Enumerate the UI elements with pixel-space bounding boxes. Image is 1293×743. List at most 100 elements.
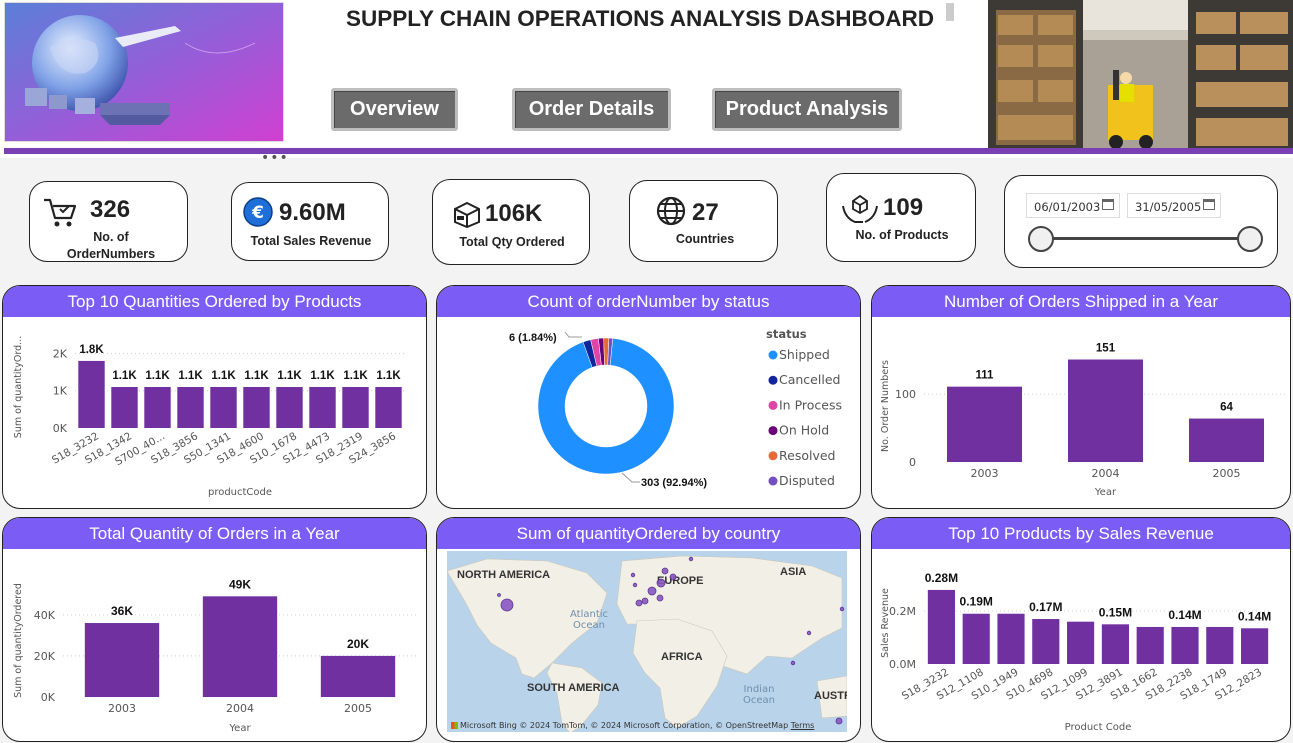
date-range-slicer: 06/01/2003 31/05/2005 [1004, 175, 1278, 268]
data-label: 1.1K [343, 370, 368, 382]
bar [1067, 359, 1144, 462]
total-qty-ordered-label: Total Qty Ordered [459, 235, 565, 249]
bar [243, 387, 270, 428]
data-label: 111 [976, 370, 995, 382]
map-bubble-japan[interactable] [806, 630, 812, 636]
y-tick-label: 100 [895, 388, 916, 401]
data-label: 0.17M [1029, 600, 1062, 614]
kpi-card-revenue: € 9.60M Total Sales Revenue [231, 182, 389, 261]
bar [276, 387, 303, 428]
panel-orders-shipped-year: Number of Orders Shipped in a Year 0 100 1… [871, 285, 1291, 509]
bar [927, 589, 955, 664]
data-label: 1.1K [310, 370, 335, 382]
map-bubble-portugal[interactable] [635, 599, 643, 607]
date-slider-end-handle[interactable] [1237, 226, 1263, 252]
orders-count-label-1: No. of [93, 230, 129, 244]
start-date-input[interactable]: 06/01/2003 [1026, 193, 1120, 218]
map-bubble-japan-east[interactable] [839, 606, 845, 612]
panel-title: Number of Orders Shipped in a Year [872, 286, 1290, 317]
data-label: 1.1K [277, 370, 302, 382]
panel-title: Sum of quantityOrdered by country [437, 518, 860, 549]
data-label: 303 (92.94%) [641, 477, 707, 489]
end-date-input[interactable]: 31/05/2005 [1127, 193, 1221, 218]
map-bubble-finland[interactable] [688, 556, 694, 562]
y-axis-title: No. Order Numbers [880, 360, 891, 452]
logistics-globe-image [4, 2, 284, 142]
kpi-card-qty: 106K Total Qty Ordered [432, 179, 590, 265]
world-map[interactable]: NORTH AMERICA EUROPE ASIA AFRICA SOUTH A… [447, 551, 847, 732]
chart-top-products-revenue: 0.0M0.2M0.28MS18_32320.19MS12_1108S10_19… [880, 571, 1272, 733]
overview-nav-button[interactable]: Overview [331, 88, 458, 131]
data-label: 1.1K [376, 370, 401, 382]
bar [1032, 619, 1060, 664]
bar [111, 387, 138, 428]
bar [309, 387, 336, 428]
map-bubble-philippines[interactable] [790, 660, 796, 666]
map-bubble-germany[interactable] [656, 578, 666, 588]
kpi-card-orders: 326 No. of OrderNumbers [29, 181, 188, 262]
map-bubble-ireland[interactable] [632, 582, 638, 588]
date-slider-start-handle[interactable] [1028, 226, 1054, 252]
data-label: 36K [111, 604, 133, 618]
start-date-value: 06/01/2003 [1034, 200, 1101, 214]
x-tick-label: 2005 [344, 702, 372, 715]
date-slider-track[interactable] [1041, 237, 1251, 240]
map-bubble-australia[interactable] [835, 717, 843, 725]
box-icon [454, 201, 480, 228]
data-label: 151 [1096, 343, 1116, 355]
map-bubble-uk[interactable] [630, 572, 636, 578]
legend-item: Cancelled [779, 372, 840, 387]
panel-status-donut: Count of orderNumber by status 6 (1.84%)… [436, 285, 861, 509]
orders-count-value: 326 [90, 196, 131, 223]
data-label: 1.1K [112, 370, 137, 382]
map-attribution: Microsoft Bing © 2024 TomTom, © 2024 Mic… [451, 721, 814, 730]
calendar-icon[interactable] [1102, 199, 1114, 210]
map-bubble-italy[interactable] [656, 594, 664, 602]
countries-value: 27 [692, 199, 719, 226]
map-bubble-usa[interactable] [500, 598, 514, 612]
map-bubble-france[interactable] [647, 586, 657, 596]
more-options-icon[interactable]: ••• [261, 150, 289, 166]
data-label: 0.15M [1099, 605, 1132, 619]
bar [1101, 624, 1129, 664]
map-bubble-canada[interactable] [497, 593, 501, 597]
data-label: 64 [1220, 402, 1233, 414]
legend-marker [768, 400, 778, 410]
header: SUPPLY CHAIN OPERATIONS ANALYSIS DASHBOA… [0, 0, 1293, 166]
y-axis-title: Sum of quantityOrd... [13, 336, 24, 438]
bar [997, 613, 1025, 664]
panel-title: Top 10 Quantities Ordered by Products [3, 286, 426, 317]
bar [342, 387, 369, 428]
y-axis-title: Sales Revenue [880, 588, 891, 658]
total-sales-revenue-value: 9.60M [279, 199, 346, 226]
end-date-value: 31/05/2005 [1135, 200, 1202, 214]
map-terms-link[interactable]: Terms [791, 721, 815, 730]
calendar-icon[interactable] [1203, 199, 1215, 210]
bar [375, 387, 402, 428]
total-qty-ordered-value: 106K [485, 200, 543, 227]
x-axis-title: Year [228, 723, 251, 734]
bar [962, 613, 990, 664]
map-bubble-sweden[interactable] [669, 573, 677, 581]
y-tick-label: 0K [41, 691, 56, 704]
hands-box-icon [842, 194, 878, 223]
x-tick-label: 2004 [226, 702, 254, 715]
data-label: 1.1K [244, 370, 269, 382]
x-tick-label: 2003 [971, 467, 999, 480]
legend-marker [768, 476, 778, 486]
order-details-nav-button[interactable]: Order Details [512, 88, 671, 131]
bar [177, 387, 204, 428]
bar [144, 387, 171, 428]
product-analysis-nav-button[interactable]: Product Analysis [712, 88, 902, 131]
panel-title: Top 10 Products by Sales Revenue [872, 518, 1290, 549]
map-bubble-spain[interactable] [641, 597, 649, 605]
bar [946, 386, 1023, 462]
legend-item: Shipped [779, 347, 830, 362]
map-copyright: © 2024 TomTom, © 2024 Microsoft Corporat… [519, 721, 789, 730]
bar [1136, 626, 1164, 664]
data-label: 1.8K [79, 344, 104, 356]
panel-top-products-revenue: Top 10 Products by Sales Revenue 0.0M 0.2… [871, 517, 1291, 742]
data-label: 6 (1.84%) [509, 332, 557, 344]
data-label: 0.14M [1238, 609, 1271, 623]
map-bubble-norway[interactable] [661, 567, 669, 575]
